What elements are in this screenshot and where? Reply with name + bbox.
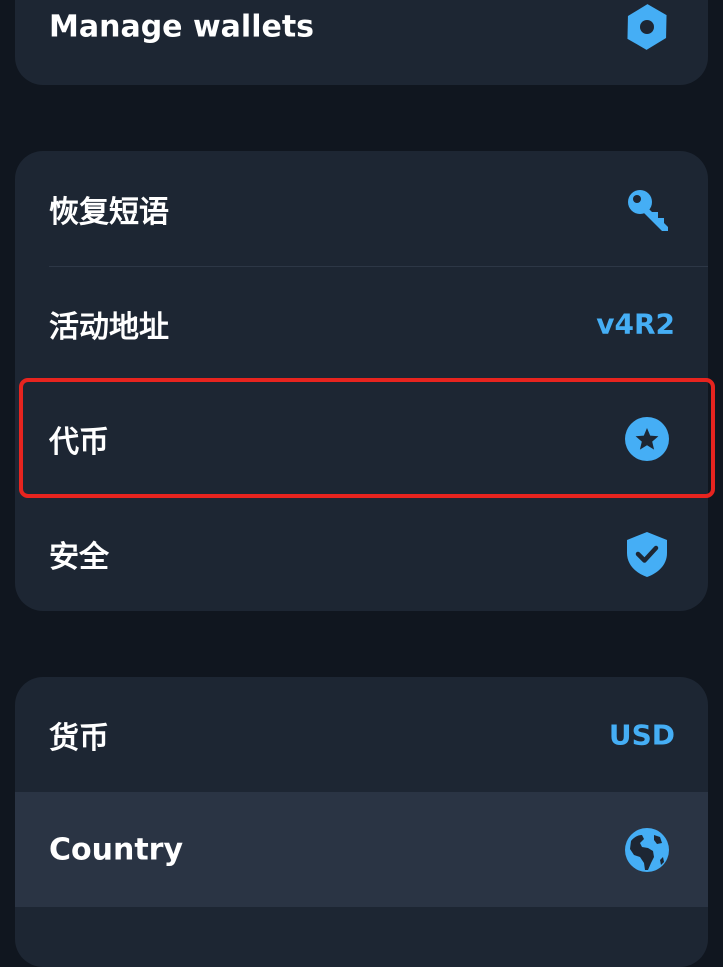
manage-wallets-card: Manage wallets <box>15 0 708 85</box>
manage-wallets-row[interactable]: Manage wallets <box>15 0 708 85</box>
active-address-value: v4R2 <box>596 307 675 340</box>
highlight-box <box>19 378 715 498</box>
key-icon <box>624 186 670 232</box>
shield-check-icon <box>624 531 670 577</box>
app-settings-card: 货币 USD Country <box>15 677 708 967</box>
recovery-phrase-row[interactable]: 恢复短语 <box>15 151 708 266</box>
currency-value: USD <box>608 718 675 751</box>
recovery-phrase-label: 恢复短语 <box>49 194 169 230</box>
security-label: 安全 <box>49 539 109 575</box>
active-address-row[interactable]: 活动地址 v4R2 <box>15 266 708 381</box>
active-address-label: 活动地址 <box>49 309 169 345</box>
globe-icon <box>624 827 670 873</box>
country-label: Country <box>49 832 184 867</box>
currency-label: 货币 <box>49 720 109 756</box>
manage-wallets-label: Manage wallets <box>49 9 315 45</box>
security-row[interactable]: 安全 <box>15 496 708 611</box>
gear-icon <box>624 4 670 50</box>
currency-row[interactable]: 货币 USD <box>15 677 708 792</box>
country-row[interactable]: Country <box>15 792 708 907</box>
